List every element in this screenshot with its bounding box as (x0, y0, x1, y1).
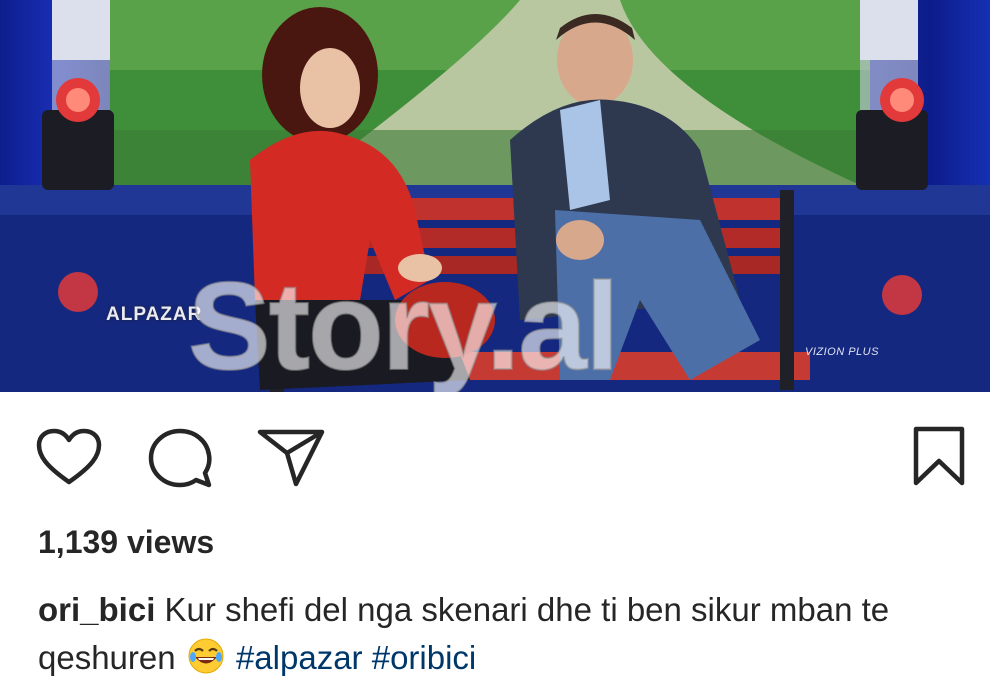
post-caption: ori_bici Kur shefi del nga skenari dhe t… (38, 586, 968, 682)
channel-logo: VIZION PLUS (805, 346, 879, 358)
heart-icon[interactable] (36, 428, 102, 486)
post-image[interactable]: ALPAZAR VIZION PLUS Story.al (0, 0, 990, 392)
bookmark-icon[interactable] (912, 425, 966, 487)
hashtag[interactable]: #oribici (372, 639, 477, 676)
view-count[interactable]: 1,139 views (38, 524, 214, 561)
caption-username[interactable]: ori_bici (38, 591, 155, 628)
hashtag[interactable]: #alpazar (236, 639, 363, 676)
laughing-face-emoji (188, 638, 224, 674)
comment-icon[interactable] (148, 428, 212, 488)
paper-plane-icon[interactable] (256, 428, 326, 488)
watermark: Story.al (187, 258, 621, 392)
